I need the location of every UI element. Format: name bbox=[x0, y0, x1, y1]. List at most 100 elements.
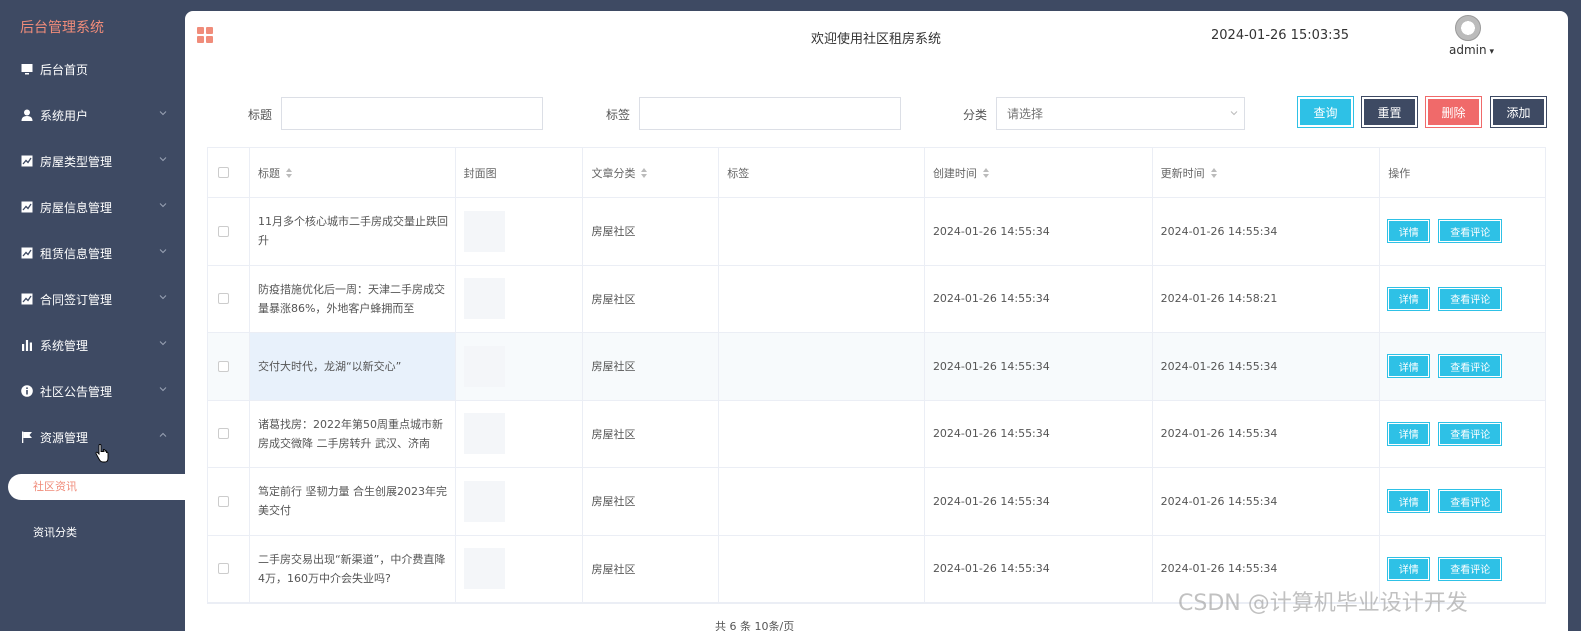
header-cover: 封面图 bbox=[456, 148, 584, 197]
table-header-row: 标题 封面图 文章分类 标签 创建时间 更新时间 操作 bbox=[208, 148, 1545, 198]
caret-down-icon: ▾ bbox=[1486, 47, 1494, 57]
chevron-down-icon bbox=[159, 203, 167, 208]
row-title-text: 防疫措施优化后一周：天津二手房成交量暴涨86%，外地客户蜂拥而至 bbox=[257, 282, 445, 315]
row-checkbox-cell bbox=[208, 400, 250, 467]
row-updated: 2024-01-26 14:55:34 bbox=[1153, 468, 1381, 535]
row-checkbox[interactable] bbox=[218, 360, 229, 372]
row-tag bbox=[719, 400, 925, 467]
table-row[interactable]: 诸葛找房：2022年第50周重点城市新房成交微降 二手房转升 武汉、济南 房屋社区… bbox=[208, 400, 1545, 468]
cover-image[interactable] bbox=[463, 480, 505, 522]
cover-image[interactable] bbox=[463, 345, 505, 387]
row-actions: 详情 查看评论 bbox=[1380, 468, 1545, 535]
row-checkbox-cell bbox=[208, 198, 250, 265]
detail-button[interactable]: 详情 bbox=[1387, 354, 1431, 379]
table-row[interactable]: 交付大时代，龙湖“以新交心” 房屋社区 2024-01-26 14:55:34 202… bbox=[208, 333, 1545, 401]
category-select[interactable] bbox=[996, 97, 1245, 130]
view-comments-button[interactable]: 查看评论 bbox=[1438, 556, 1503, 581]
cover-image[interactable] bbox=[463, 278, 505, 320]
user-name: admin bbox=[1449, 43, 1487, 57]
sidebar-item-8[interactable]: 资源管理 bbox=[0, 414, 185, 460]
sidebar-item-label: 房屋信息管理 bbox=[40, 200, 113, 215]
row-title-text: 11月多个核心城市二手房成交量止跌回升 bbox=[257, 215, 448, 248]
header-created[interactable]: 创建时间 bbox=[925, 148, 1153, 197]
user-menu[interactable]: admin ▾ bbox=[1449, 43, 1494, 57]
add-button[interactable]: 添加 bbox=[1490, 96, 1547, 128]
sidebar-item-1[interactable]: 系统用户 bbox=[0, 92, 185, 138]
table-row[interactable]: 防疫措施优化后一周：天津二手房成交量暴涨86%，外地客户蜂拥而至 房屋社区 2024… bbox=[208, 265, 1545, 333]
datetime: 2024-01-26 15:03:35 bbox=[1211, 28, 1350, 43]
row-cover bbox=[456, 333, 584, 400]
row-checkbox[interactable] bbox=[218, 495, 229, 507]
row-title: 防疫措施优化后一周：天津二手房成交量暴涨86%，外地客户蜂拥而至 bbox=[250, 265, 456, 332]
view-comments-button[interactable]: 查看评论 bbox=[1438, 489, 1503, 514]
row-title-text: 诸葛找房：2022年第50周重点城市新房成交微降 二手房转升 武汉、济南 bbox=[257, 417, 443, 450]
table-row[interactable]: 11月多个核心城市二手房成交量止跌回升 房屋社区 2024-01-26 14:55:… bbox=[208, 198, 1545, 266]
pagination[interactable]: 共 6 条 10条/页 bbox=[715, 618, 794, 631]
header-title[interactable]: 标题 bbox=[250, 148, 456, 197]
sidebar-item-label: 租赁信息管理 bbox=[40, 246, 113, 261]
sidebar-item-label: 合同签订管理 bbox=[40, 292, 113, 307]
cover-image[interactable] bbox=[463, 210, 505, 252]
row-checkbox[interactable] bbox=[218, 563, 229, 575]
sort-icon[interactable] bbox=[1210, 167, 1218, 179]
view-comments-button[interactable]: 查看评论 bbox=[1438, 421, 1503, 446]
sidebar: 后台管理系统 后台首页 系统用户 房屋类型管理 房屋信息管理 租赁信息管理 合同签订管理系… bbox=[0, 0, 185, 631]
header-category[interactable]: 文章分类 bbox=[583, 148, 720, 197]
row-checkbox[interactable] bbox=[218, 293, 229, 305]
row-updated: 2024-01-26 14:55:34 bbox=[1153, 198, 1381, 265]
table-row[interactable]: 笃定前行 坚韧力量 合生创展2023年完美交付 房屋社区 2024-01-26 14… bbox=[208, 468, 1545, 536]
reset-button[interactable]: 重置 bbox=[1361, 96, 1418, 128]
cover-image[interactable] bbox=[463, 413, 505, 455]
sidebar-item-6[interactable]: 系统管理 bbox=[0, 322, 185, 368]
row-checkbox[interactable] bbox=[218, 428, 229, 440]
sidebar-item-7[interactable]: 社区公告管理 bbox=[0, 368, 185, 414]
sort-icon[interactable] bbox=[982, 167, 990, 179]
sidebar-item-3[interactable]: 房屋信息管理 bbox=[0, 184, 185, 230]
chevron-down-icon bbox=[159, 157, 167, 162]
view-comments-button[interactable]: 查看评论 bbox=[1438, 286, 1503, 311]
hand-cursor-icon bbox=[95, 444, 109, 463]
sidebar-item-2[interactable]: 房屋类型管理 bbox=[0, 138, 185, 184]
header-updated[interactable]: 更新时间 bbox=[1153, 148, 1381, 197]
cover-image[interactable] bbox=[463, 548, 505, 590]
grid-menu-icon[interactable] bbox=[197, 27, 213, 43]
sort-icon[interactable] bbox=[285, 167, 293, 179]
chevron-down-icon bbox=[159, 295, 167, 300]
sidebar-subitem-news[interactable]: 社区资讯 bbox=[8, 474, 185, 500]
sidebar-item-5[interactable]: 合同签订管理 bbox=[0, 276, 185, 322]
query-button[interactable]: 查询 bbox=[1297, 96, 1354, 128]
title-filter-input[interactable] bbox=[281, 97, 543, 130]
detail-button[interactable]: 详情 bbox=[1387, 489, 1431, 514]
flag-icon bbox=[20, 431, 33, 444]
row-created: 2024-01-26 14:55:34 bbox=[925, 333, 1153, 400]
row-cover bbox=[456, 535, 584, 602]
header-actions: 操作 bbox=[1388, 166, 1411, 180]
sidebar-item-0[interactable]: 后台首页 bbox=[0, 46, 185, 92]
row-created: 2024-01-26 14:55:34 bbox=[925, 265, 1153, 332]
row-checkbox-cell bbox=[208, 468, 250, 535]
chevron-down-icon bbox=[159, 387, 167, 392]
delete-button[interactable]: 删除 bbox=[1425, 96, 1482, 128]
row-category: 房屋社区 bbox=[583, 333, 720, 400]
row-created: 2024-01-26 14:55:34 bbox=[925, 198, 1153, 265]
sidebar-item-4[interactable]: 租赁信息管理 bbox=[0, 230, 185, 276]
detail-button[interactable]: 详情 bbox=[1387, 219, 1431, 244]
row-checkbox[interactable] bbox=[218, 225, 229, 237]
row-title: 笃定前行 坚韧力量 合生创展2023年完美交付 bbox=[250, 468, 456, 535]
row-title-text: 笃定前行 坚韧力量 合生创展2023年完美交付 bbox=[257, 485, 447, 518]
select-all-checkbox[interactable] bbox=[218, 167, 229, 178]
row-tag bbox=[719, 535, 925, 602]
chart-icon bbox=[20, 201, 33, 214]
sidebar-subitem-news-category[interactable]: 资讯分类 bbox=[33, 524, 77, 540]
detail-button[interactable]: 详情 bbox=[1387, 286, 1431, 311]
detail-button[interactable]: 详情 bbox=[1387, 556, 1431, 581]
view-comments-button[interactable]: 查看评论 bbox=[1438, 219, 1503, 244]
row-tag bbox=[719, 265, 925, 332]
tag-filter-input[interactable] bbox=[639, 97, 901, 130]
detail-button[interactable]: 详情 bbox=[1387, 421, 1431, 446]
view-comments-button[interactable]: 查看评论 bbox=[1438, 354, 1503, 379]
sort-icon[interactable] bbox=[640, 167, 648, 179]
category-filter-label: 分类 bbox=[963, 108, 988, 122]
avatar[interactable] bbox=[1455, 15, 1481, 41]
row-title-text: 交付大时代，龙湖“以新交心” bbox=[257, 359, 402, 373]
